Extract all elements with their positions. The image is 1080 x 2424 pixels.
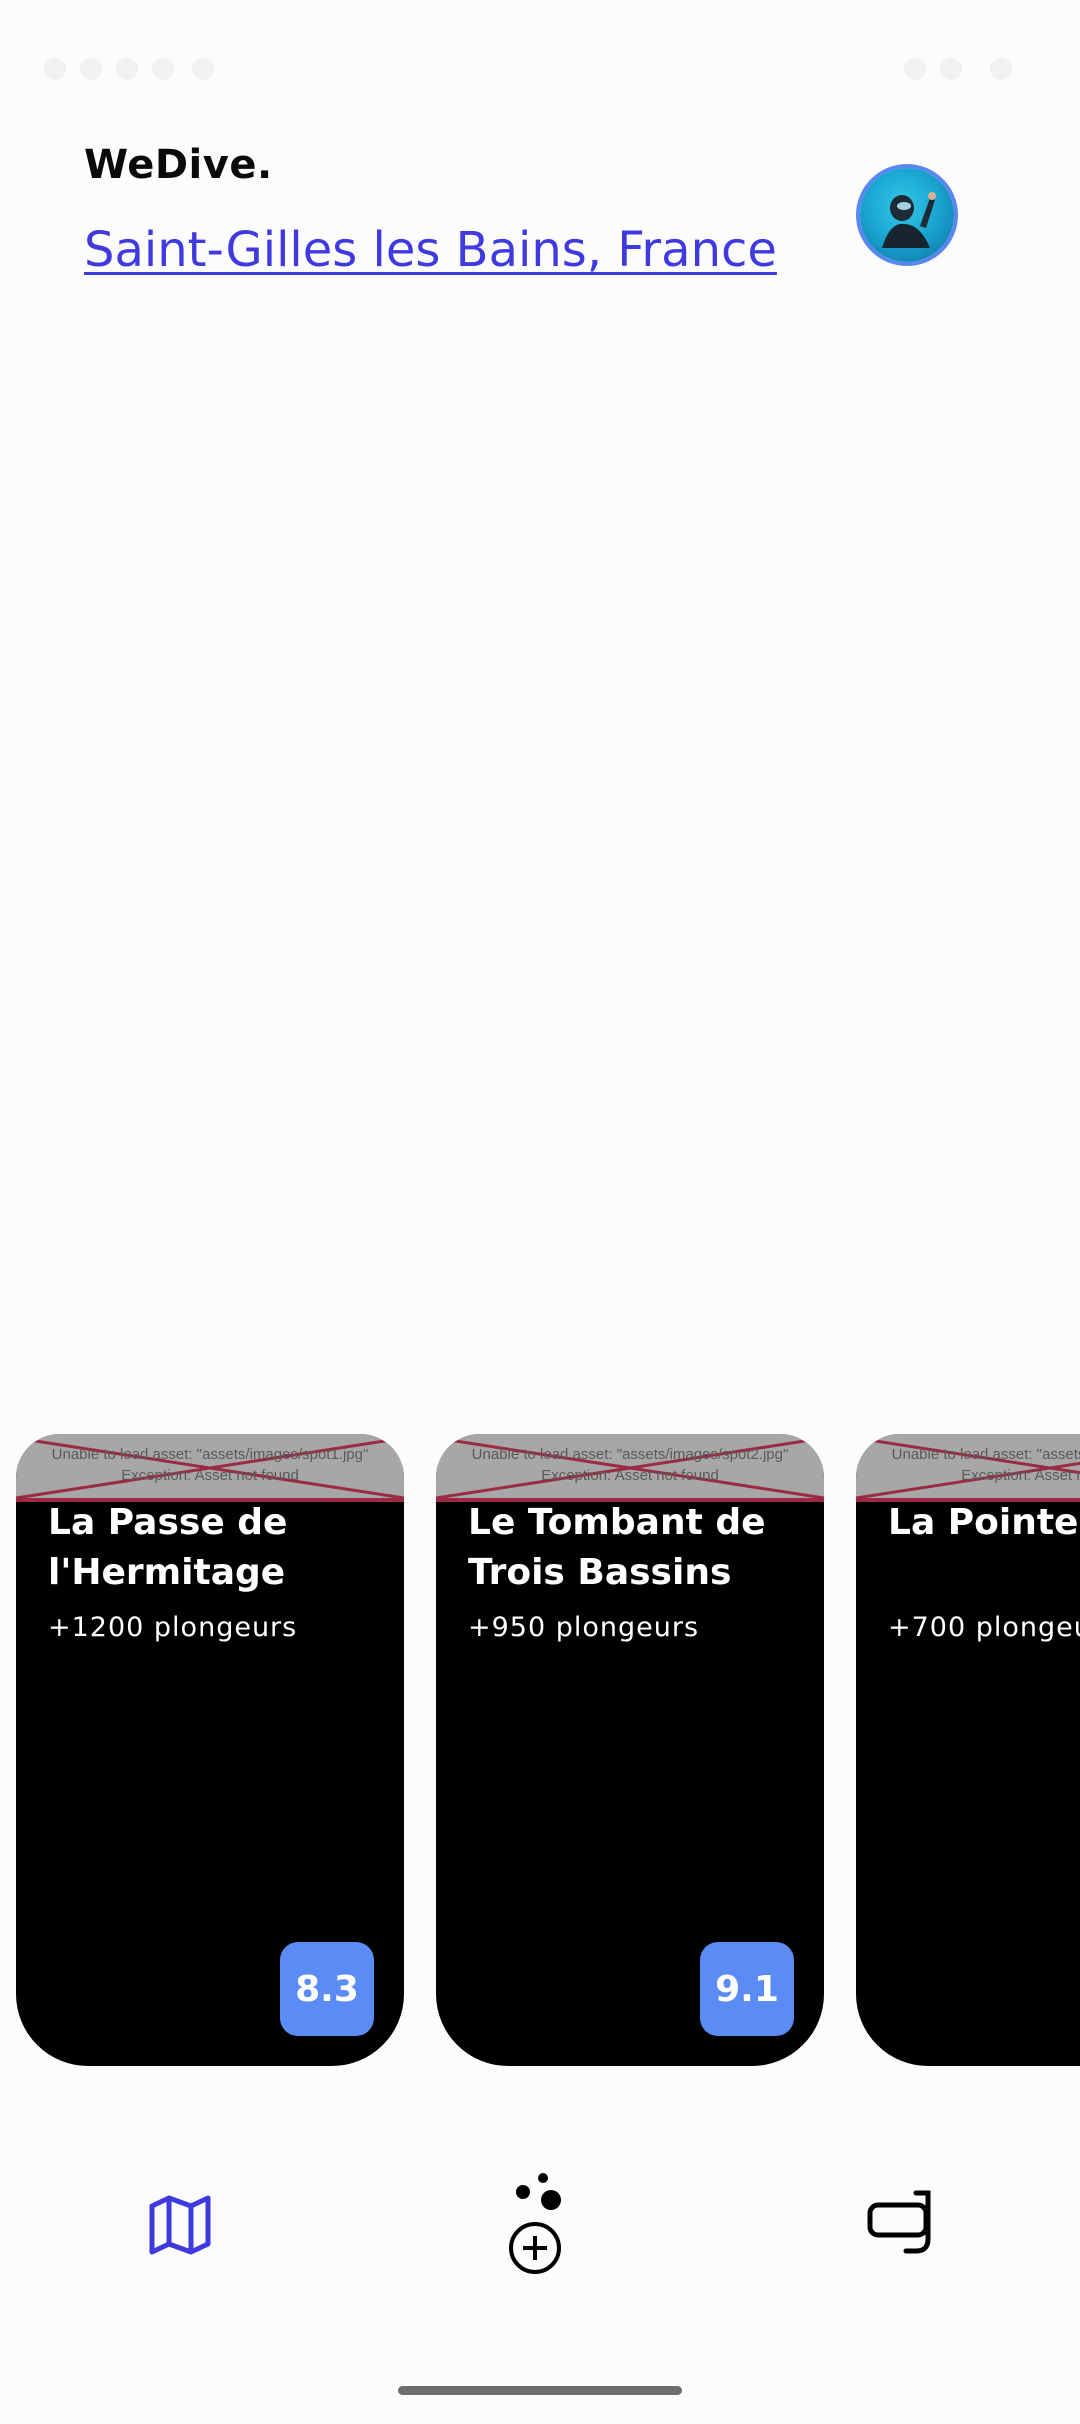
signal-icon [940, 58, 962, 80]
rating-badge: 8.3 [280, 1942, 374, 2036]
status-icon [192, 58, 214, 80]
diver-avatar-icon [882, 192, 936, 248]
image-error-text: Unable to load asset: "assets/images/spo… [16, 1444, 404, 1486]
nav-dive-log-button[interactable] [840, 2150, 960, 2300]
dive-spot-card[interactable]: Unable to load asset: "assets/images/spo… [16, 1434, 404, 2066]
avatar[interactable] [860, 168, 954, 262]
nav-add-dive-button[interactable] [480, 2150, 600, 2300]
image-error-line: Unable to load asset: "assets/images/spo… [471, 1446, 789, 1463]
map-icon [149, 2195, 211, 2255]
image-error-line: Unable to load asset: "assets/images/spo… [891, 1446, 1080, 1463]
rating-badge: 9.1 [700, 1942, 794, 2036]
image-error-line: Exception: Asset not found [121, 1467, 299, 1484]
diver-count: +950 plongeurs [468, 1612, 700, 1643]
dive-spot-carousel[interactable]: Unable to load asset: "assets/images/spo… [0, 1434, 1080, 2066]
status-icon [116, 58, 138, 80]
dive-mask-icon [867, 2190, 931, 2254]
spot-title: La Passe de l'Hermitage [48, 1502, 288, 1593]
status-icon [152, 58, 174, 80]
card-image-placeholder: Unable to load asset: "assets/images/spo… [436, 1434, 824, 1502]
card-image-placeholder: Unable to load asset: "assets/images/spo… [16, 1434, 404, 1502]
home-indicator[interactable] [398, 2386, 682, 2395]
card-image-placeholder: Unable to load asset: "assets/images/spo… [856, 1434, 1080, 1502]
status-bar [0, 0, 1080, 140]
status-icon [80, 58, 102, 80]
app-title: WeDive. [84, 142, 273, 188]
location-link[interactable]: Saint-Gilles les Bains, France [84, 222, 777, 278]
app-screen: WeDive. Saint-Gilles les Bains, France U… [0, 0, 1080, 2424]
nav-map-button[interactable] [120, 2150, 240, 2300]
dive-spot-card[interactable]: Unable to load asset: "assets/images/spo… [436, 1434, 824, 2066]
status-icon [44, 58, 66, 80]
diver-count: +1200 plongeurs [48, 1612, 298, 1643]
image-error-text: Unable to load asset: "assets/images/spo… [436, 1444, 824, 1486]
add-bubbles-icon [509, 2173, 561, 2274]
battery-icon [990, 58, 1012, 80]
wifi-icon [904, 58, 926, 80]
image-error-text: Unable to load asset: "assets/images/spo… [856, 1444, 1080, 1486]
spot-title: Le Tombant de Trois Bassins [468, 1502, 766, 1593]
spot-title: La Pointe [888, 1502, 1079, 1543]
diver-count: +700 plongeurs [888, 1612, 1080, 1643]
image-error-line: Unable to load asset: "assets/images/spo… [51, 1446, 369, 1463]
image-error-line: Exception: Asset not found [541, 1467, 719, 1484]
bottom-navigation [0, 2150, 1080, 2300]
dive-spot-card[interactable]: Unable to load asset: "assets/images/spo… [856, 1434, 1080, 2066]
image-error-line: Exception: Asset not found [961, 1467, 1080, 1484]
